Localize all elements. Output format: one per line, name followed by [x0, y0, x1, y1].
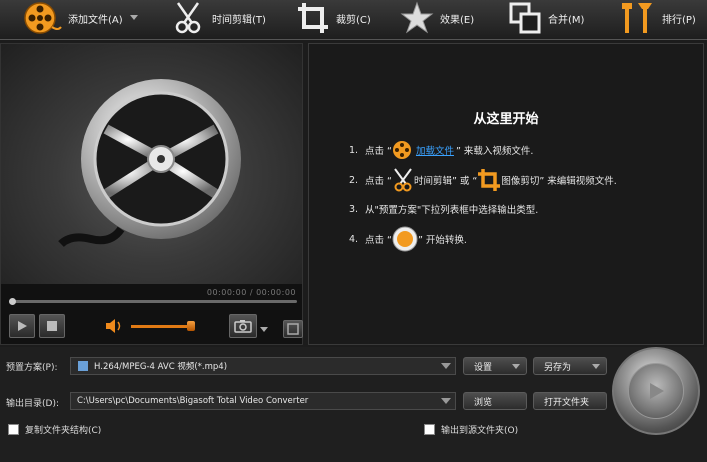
stop-icon: [47, 321, 57, 331]
effect-button[interactable]: 效果(E): [400, 0, 474, 36]
crop-button[interactable]: 裁剪(C): [296, 0, 371, 36]
getting-started-panel: 从这里开始 1. 点击 “ 加载文件 ” 来载入视频文件. 2. 点击 “ 时间…: [308, 43, 704, 345]
scissors-icon: [175, 2, 201, 34]
settings-button[interactable]: 设置: [463, 357, 527, 375]
play-icon: [650, 383, 664, 399]
volume-slider[interactable]: [131, 325, 191, 328]
volume-icon[interactable]: [105, 319, 123, 333]
timecode: 00:00:00 / 00:00:00: [206, 288, 296, 297]
step-3: 3. 从"预置方案"下拉列表框中选择输出类型.: [349, 203, 539, 217]
film-reel-logo-icon: [58, 79, 241, 248]
tools-button[interactable]: 排行(P): [618, 0, 696, 36]
film-reel-icon: [392, 141, 411, 159]
star-icon: [400, 1, 434, 34]
checkbox-box[interactable]: [424, 424, 435, 435]
convert-button-inner: [628, 363, 684, 419]
fullscreen-icon: [287, 323, 299, 335]
clip-label: 时间剪辑(T): [212, 14, 266, 26]
stop-button[interactable]: [39, 314, 65, 338]
step-4: 4. 点击 “ ” 开始转换.: [349, 226, 467, 252]
crop-icon: [298, 3, 328, 33]
volume-handle[interactable]: [187, 321, 195, 331]
crop-label: 裁剪(C): [336, 14, 371, 26]
output-dir-select[interactable]: C:\Users\pc\Documents\Bigasoft Total Vid…: [70, 392, 456, 410]
camera-icon: [234, 320, 252, 333]
add-file-button[interactable]: 添加文件(A): [22, 0, 139, 36]
convert-icon: [392, 226, 418, 252]
merge-label: 合并(M): [548, 14, 585, 26]
scissors-icon: [394, 168, 412, 192]
checkbox-box[interactable]: [8, 424, 19, 435]
effect-label: 效果(E): [440, 14, 475, 26]
chevron-down-icon: [512, 364, 520, 369]
profile-select[interactable]: H.264/MPEG-4 AVC 视频(*.mp4): [70, 357, 456, 375]
open-folder-button[interactable]: 打开文件夹: [533, 392, 607, 410]
chevron-down-icon[interactable]: [441, 398, 451, 404]
merge-button[interactable]: 合并(M): [508, 0, 584, 36]
clip-button[interactable]: 时间剪辑(T): [172, 0, 266, 36]
preview-panel: 00:00:00 / 00:00:00: [0, 43, 303, 345]
profile-label: 预置方案(P):: [6, 363, 58, 373]
chevron-down-icon[interactable]: [129, 14, 139, 22]
convert-button[interactable]: [612, 347, 700, 435]
guide-title: 从这里开始: [473, 112, 539, 127]
tools-icon: [622, 3, 652, 33]
step-2: 2. 点击 “ 时间剪辑” 或 “ 图像剪切” 来编辑视频文件.: [349, 168, 617, 192]
load-file-link[interactable]: 加载文件: [416, 143, 454, 157]
step-1: 1. 点击 “ 加载文件 ” 来载入视频文件.: [349, 140, 533, 160]
video-preview: [1, 44, 302, 284]
add-file-label: 添加文件(A): [68, 14, 123, 26]
dir-label: 输出目录(D):: [6, 399, 59, 409]
play-button[interactable]: [9, 314, 35, 338]
seek-handle[interactable]: [9, 298, 16, 305]
video-file-icon: [78, 361, 88, 371]
crop-icon: [478, 169, 501, 191]
copy-structure-checkbox[interactable]: 复制文件夹结构(C): [8, 423, 101, 436]
browse-button[interactable]: 浏览: [463, 392, 527, 410]
seek-bar[interactable]: [9, 298, 297, 305]
film-reel-icon: [24, 2, 62, 34]
merge-icon: [509, 2, 541, 34]
play-icon: [18, 321, 27, 331]
tools-label: 排行(P): [662, 14, 696, 26]
output-to-source-checkbox[interactable]: 输出到源文件夹(O): [424, 423, 518, 436]
output-settings: 预置方案(P): H.264/MPEG-4 AVC 视频(*.mp4) 设置 另…: [0, 347, 707, 462]
chevron-down-icon: [592, 364, 600, 369]
chevron-down-icon[interactable]: [441, 363, 451, 369]
toolbar: 添加文件(A) 时间剪辑(T) 裁剪(C) 效果(E) 合并(M) 排行(P): [0, 0, 707, 40]
fullscreen-button[interactable]: [283, 320, 303, 338]
chevron-down-icon[interactable]: [259, 326, 269, 334]
save-as-button[interactable]: 另存为: [533, 357, 607, 375]
snapshot-button[interactable]: [229, 314, 257, 338]
